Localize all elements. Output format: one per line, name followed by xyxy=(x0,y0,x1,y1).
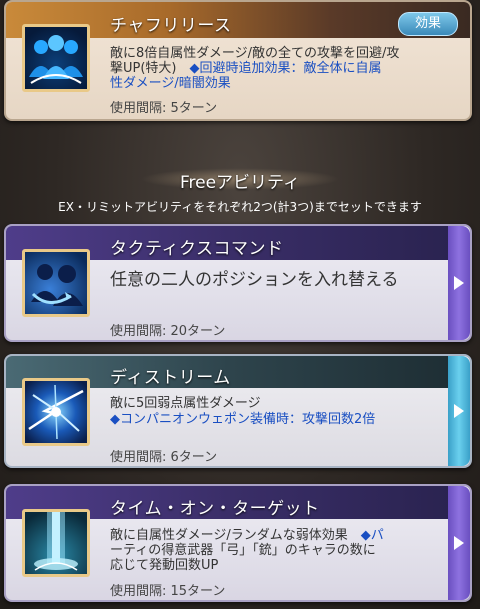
ability-detail-tab[interactable] xyxy=(448,226,470,340)
section-title: Freeアビリティ xyxy=(179,173,301,193)
cooldown-text: 使用間隔: 6ターン xyxy=(110,450,218,465)
lightning-burst-icon xyxy=(22,378,90,446)
ability-card-chaff-release[interactable]: チャフリリース 効果 敵に8倍自属性ダメージ/敵の全ての攻撃を回避/攻 撃UP(… xyxy=(4,0,472,121)
ability-card-tactics-command[interactable]: タクティクスコマンド 任意の二人のポジションを入れ替える 使用間隔: 20ターン xyxy=(4,224,472,342)
card-description: 敵に自属性ダメージ/ランダムな弱体効果 ◆パ ーティの得意武器「弓」「銃」のキャ… xyxy=(110,528,384,573)
team-buff-icon xyxy=(22,24,90,92)
effect-badge[interactable]: 効果 xyxy=(398,12,458,36)
card-title: ディストリーム xyxy=(110,368,231,388)
cooldown-text: 使用間隔: 20ターン xyxy=(110,324,226,339)
chevron-right-icon xyxy=(454,536,464,550)
chevron-right-icon xyxy=(454,404,464,418)
ability-detail-tab[interactable] xyxy=(448,356,470,466)
card-title: タクティクスコマンド xyxy=(110,239,284,259)
card-description: 任意の二人のポジションを入れ替える xyxy=(110,270,399,290)
cooldown-text: 使用間隔: 5ターン xyxy=(110,101,218,116)
cooldown-text: 使用間隔: 15ターン xyxy=(110,584,226,599)
ability-detail-tab[interactable] xyxy=(448,486,470,600)
card-title: チャフリリース xyxy=(110,16,232,36)
section-subtitle: EX・リミットアビリティをそれぞれ2つ(計3つ)までセットできます xyxy=(58,200,422,214)
swap-position-icon xyxy=(22,249,90,317)
chevron-right-icon xyxy=(454,276,464,290)
card-description: 敵に8倍自属性ダメージ/敵の全ての攻撃を回避/攻 撃UP(特大) ◆回避時追加効… xyxy=(110,46,400,91)
light-pillar-icon xyxy=(22,509,90,577)
card-description: 敵に5回弱点属性ダメージ ◆コンパニオンウェポン装備時：攻撃回数2倍 xyxy=(110,396,376,427)
ability-card-distream[interactable]: ディストリーム 敵に5回弱点属性ダメージ ◆コンパニオンウェポン装備時：攻撃回数… xyxy=(4,354,472,468)
card-title: タイム・オン・ターゲット xyxy=(110,499,320,519)
ability-card-time-on-target[interactable]: タイム・オン・ターゲット 敵に自属性ダメージ/ランダムな弱体効果 ◆パ ーティの… xyxy=(4,484,472,602)
